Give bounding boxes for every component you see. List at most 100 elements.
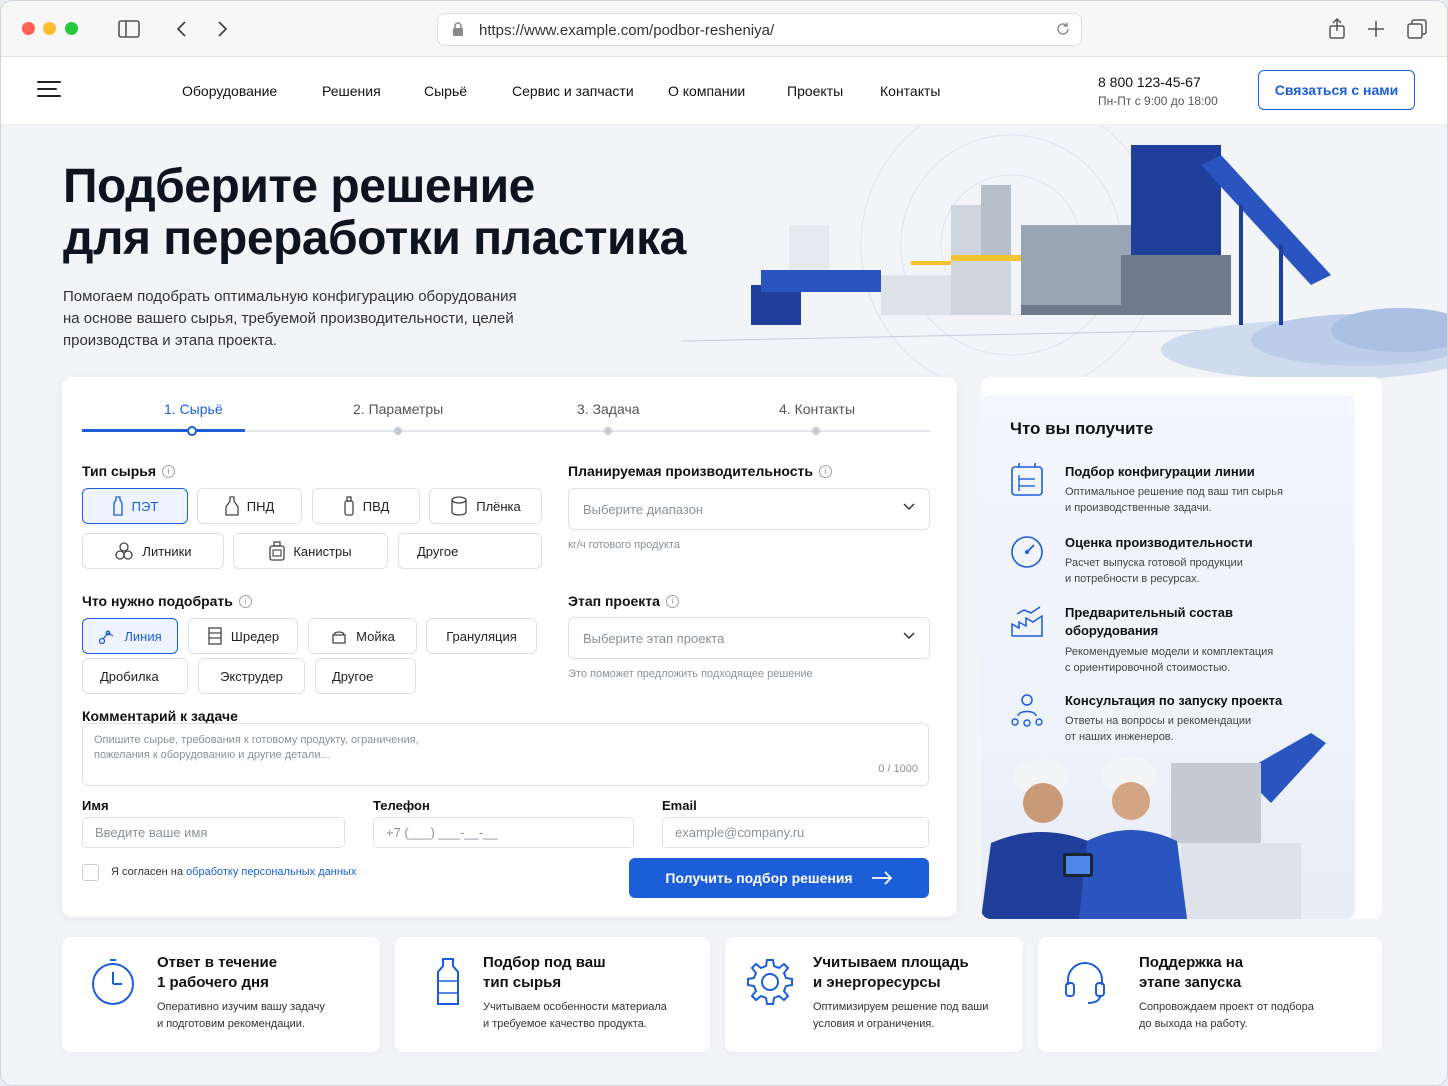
comment-textarea[interactable]: Опишите сырье, требования к готовому про… [82, 723, 929, 786]
benefit-desc: и потребности в ресурсах. [1065, 573, 1200, 585]
phone-input[interactable]: +7 (___) ___-__-__ [373, 817, 634, 848]
shredder-icon [208, 627, 222, 645]
nav-item-projects[interactable]: Проекты [787, 83, 843, 99]
submit-button[interactable]: Получить подбор решения [629, 858, 929, 898]
need-option-extruder[interactable]: Экструдер [198, 658, 305, 694]
email-input[interactable]: example@company.ru [662, 817, 929, 848]
benefit-desc: Расчет выпуска готовой продукции [1065, 557, 1243, 569]
need-option-label: Линия [124, 628, 162, 644]
name-input[interactable]: Введите ваше имя [82, 817, 345, 848]
headset-icon [1065, 962, 1105, 1004]
back-icon[interactable] [169, 17, 193, 41]
gear-icon [747, 959, 793, 1005]
need-option-label: Шредер [230, 628, 280, 644]
feature-desc-line2: до выхода на работу. [1139, 1018, 1248, 1030]
nav-item-raw[interactable]: Сырьё [424, 83, 467, 99]
submit-label: Получить подбор решения [665, 870, 853, 886]
share-icon[interactable] [1325, 17, 1349, 41]
feature-desc-line1: Учитываем особенности материала [483, 1001, 667, 1013]
benefit-desc: с ориентировочной стоимостью. [1065, 662, 1231, 674]
need-option-other[interactable]: Другое [315, 658, 416, 694]
tabs-overview-icon[interactable] [1405, 17, 1429, 41]
step-task[interactable]: 3. Задача [577, 401, 640, 417]
need-option-shredder[interactable]: Шредер [188, 618, 298, 654]
phone-placeholder: +7 (___) ___-__-__ [386, 825, 498, 840]
sidebar-toggle-icon[interactable] [117, 17, 141, 41]
need-label-text: Что нужно подобрать [82, 593, 233, 609]
feature-title: Учитываем площадь и энергоресурсы [813, 953, 1013, 993]
comment-placeholder-line2: пожелания к оборудованию и другие детали… [94, 749, 330, 761]
raw-option-pnd[interactable]: ПНД [197, 488, 302, 524]
comment-label-text: Комментарий к задаче [82, 708, 238, 724]
raw-option-pet[interactable]: ПЭТ [82, 488, 188, 524]
need-option-label: Экструдер [220, 668, 283, 684]
nav-item-equipment[interactable]: Оборудование [182, 83, 277, 99]
consent-checkbox[interactable] [82, 864, 99, 881]
stage-placeholder: Выберите этап проекта [583, 630, 725, 646]
benefit-title: Подбор конфигурации линии [1065, 464, 1255, 479]
step-contacts[interactable]: 4. Контакты [779, 401, 855, 417]
raw-option-label: Канистры [293, 543, 352, 559]
close-window-button[interactable] [22, 22, 35, 35]
raw-option-other[interactable]: Другое [398, 533, 542, 569]
step-params[interactable]: 2. Параметры [353, 401, 443, 417]
consent-prefix: Я согласен на [111, 866, 183, 878]
nav-item-service[interactable]: Сервис и запчасти [512, 83, 634, 99]
lock-icon [453, 22, 463, 36]
stepper-dot-3 [604, 427, 612, 435]
feature-title-line2: этапе запуска [1139, 974, 1242, 991]
robot-arm-icon [99, 630, 114, 645]
stage-select[interactable]: Выберите этап проекта [568, 617, 930, 659]
sprues-icon [115, 542, 134, 560]
maximize-window-button[interactable] [65, 22, 78, 35]
feature-desc: Оптимизируем решение под ваши условия и о… [813, 999, 1043, 1033]
benefit-title-line2: оборудования [1065, 623, 1159, 638]
stepper-progress [82, 429, 245, 432]
forward-icon[interactable] [211, 17, 235, 41]
name-placeholder: Введите ваше имя [95, 825, 208, 840]
email-label: Email [662, 798, 697, 813]
bottle-icon [437, 958, 459, 1005]
page-title-line2: для переработки пластика [63, 212, 686, 265]
header-phone[interactable]: 8 800 123-45-67 [1098, 74, 1201, 90]
stage-hint: Это поможет предложить подходящее решени… [568, 668, 813, 680]
step-raw[interactable]: 1. Сырьё [164, 401, 223, 417]
comment-label: Комментарий к задаче [82, 708, 238, 724]
reload-icon[interactable] [1055, 21, 1071, 37]
info-icon[interactable]: i [819, 464, 833, 478]
raw-option-label: Плёнка [476, 498, 521, 514]
need-option-label: Дробилка [100, 668, 159, 684]
need-option-washing[interactable]: Мойка [308, 618, 417, 654]
feature-title-line2: 1 рабочего дня [157, 974, 269, 991]
privacy-link[interactable]: обработку персональных данных [186, 866, 356, 878]
raw-option-canisters[interactable]: Канистры [233, 533, 388, 569]
washing-icon [332, 631, 346, 644]
nav-item-contacts[interactable]: Контакты [880, 83, 940, 99]
char-counter: 0 / 1000 [878, 763, 918, 775]
bottle-icon [344, 496, 354, 516]
raw-option-pvd[interactable]: ПВД [312, 488, 420, 524]
minimize-window-button[interactable] [43, 22, 56, 35]
need-option-crusher[interactable]: Дробилка [82, 658, 188, 694]
raw-option-sprues[interactable]: Литники [82, 533, 224, 569]
need-option-granulation[interactable]: Грануляция [426, 618, 537, 654]
feature-card: Подбор под ваш тип сырья Учитываем особен… [395, 937, 710, 1052]
new-tab-icon[interactable] [1364, 17, 1388, 41]
capacity-select[interactable]: Выберите диапазон [568, 488, 930, 530]
raw-type-label: Тип сырья i [82, 463, 176, 479]
nav-item-solutions[interactable]: Решения [322, 83, 381, 99]
need-option-line[interactable]: Линия [82, 618, 178, 654]
raw-option-label: Другое [417, 543, 459, 559]
info-icon[interactable]: i [162, 464, 176, 478]
raw-option-label: ПНД [246, 498, 275, 514]
feature-desc-line2: условия и ограничения. [813, 1018, 935, 1030]
info-icon[interactable]: i [238, 594, 252, 608]
nav-item-about[interactable]: О компании [668, 83, 745, 99]
raw-option-film[interactable]: Плёнка [429, 488, 542, 524]
arrow-right-icon [871, 871, 892, 885]
info-icon[interactable]: i [665, 594, 679, 608]
capacity-placeholder: Выберите диапазон [583, 501, 704, 517]
address-bar[interactable]: https://www.example.com/podbor-resheniya… [437, 13, 1082, 46]
contact-us-button[interactable]: Связаться с нами [1258, 70, 1415, 110]
menu-icon[interactable] [37, 81, 61, 99]
